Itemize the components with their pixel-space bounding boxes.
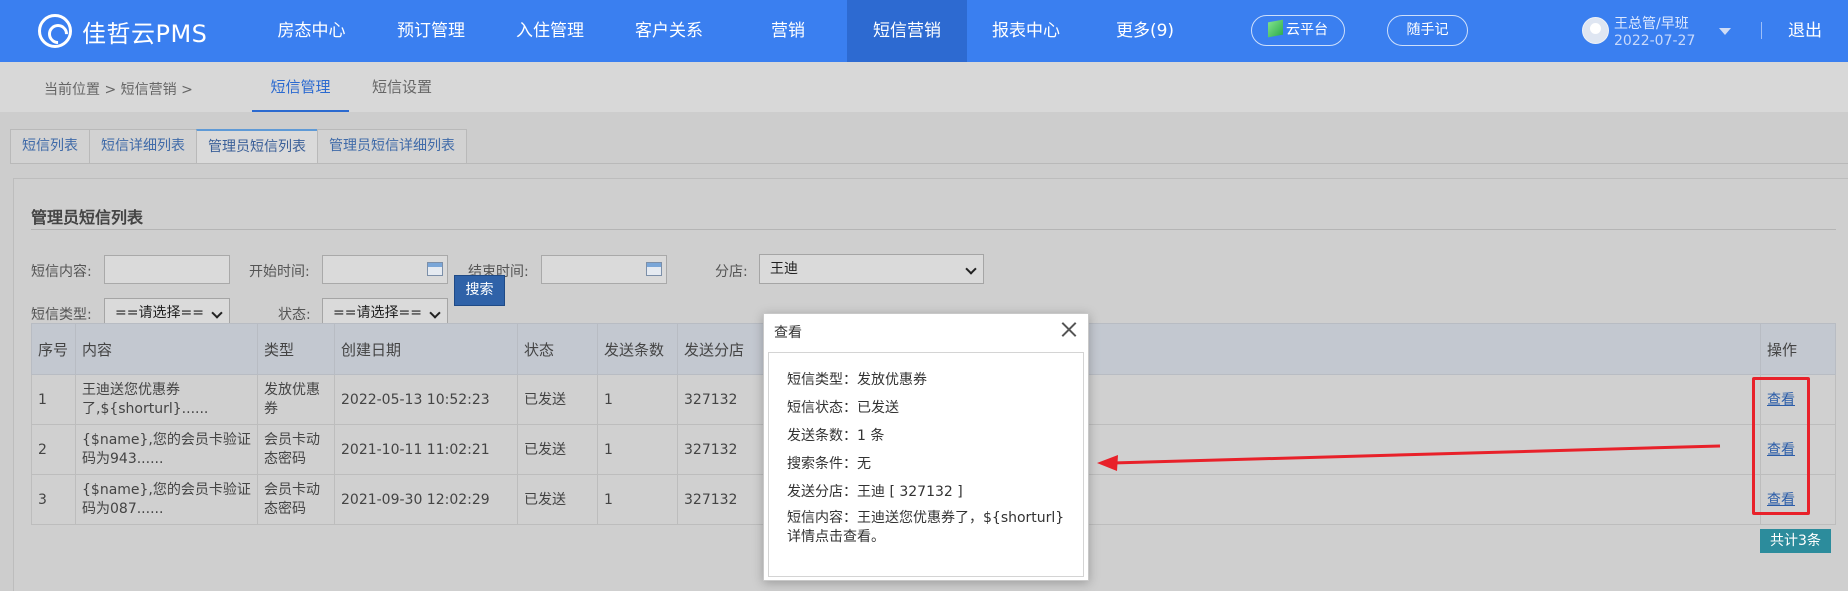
detail-branch: 发送分店：王迪 [ 327132 ] [787,484,963,500]
detail-sms-status: 短信状态：已发送 [787,400,899,416]
detail-sms-type: 短信类型：发放优惠券 [787,372,927,388]
close-icon[interactable] [1060,320,1078,338]
detail-search-condition: 搜索条件：无 [787,456,871,472]
detail-sms-content: 短信内容：王迪送您优惠券了，${shorturl}详情点击查看。 [787,510,1065,545]
dialog-body: 短信类型：发放优惠券 短信状态：已发送 发送条数：1 条 搜索条件：无 发送分店… [768,352,1084,577]
dialog-title: 查看 [774,325,802,341]
detail-send-count: 发送条数：1 条 [787,428,885,444]
view-dialog: 查看 短信类型：发放优惠券 短信状态：已发送 发送条数：1 条 搜索条件：无 发… [763,313,1089,581]
